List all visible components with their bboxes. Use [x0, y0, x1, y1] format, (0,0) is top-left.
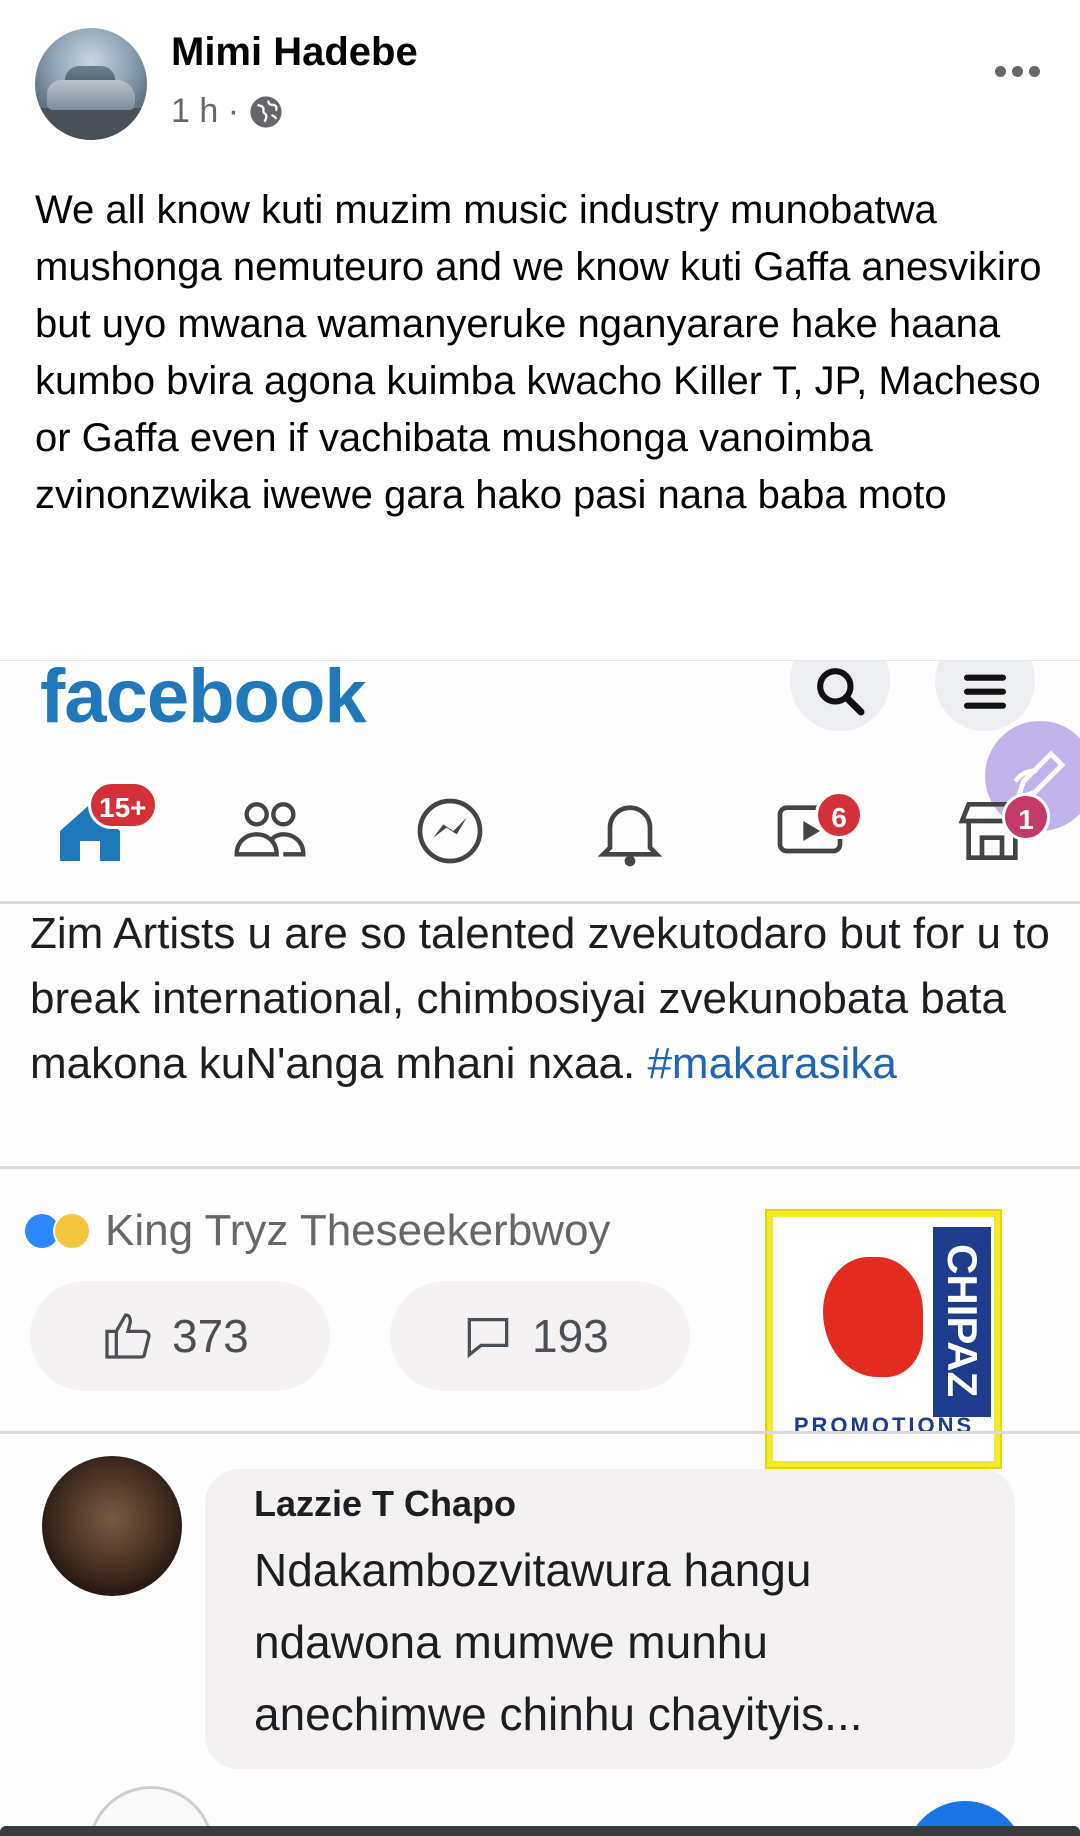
post-divider [0, 1166, 1080, 1169]
comment-icon [467, 1318, 509, 1359]
reactions-summary: King Tryz Theseekerbwoy [25, 1201, 610, 1261]
facebook-nav-bar: 15+ 6 1 [0, 781, 1080, 881]
messenger-icon [417, 798, 483, 864]
like-icon [105, 1313, 151, 1359]
like-count-pill: 373 [30, 1281, 330, 1391]
hashtag-link: #makarasika [647, 1039, 897, 1088]
home-badge: 15+ [88, 781, 158, 829]
like-count: 373 [172, 1310, 249, 1362]
bell-icon [597, 805, 663, 867]
author-name[interactable]: Mimi Hadebe [171, 30, 418, 75]
marketplace-badge: 1 [1002, 793, 1050, 841]
comment-count: 193 [532, 1310, 609, 1362]
promotions-brand: CHIPAZ [939, 1244, 986, 1398]
more-options-icon[interactable] [995, 66, 1040, 77]
post-meta: 1 h · [171, 92, 283, 131]
menu-button [935, 661, 1035, 731]
reactors-names: King Tryz Theseekerbwoy [105, 1206, 611, 1255]
comment-count-pill: 193 [390, 1281, 690, 1391]
post-time[interactable]: 1 h · [171, 92, 239, 131]
menu-icon [964, 674, 1006, 709]
haha-reaction-icon [53, 1212, 91, 1250]
search-icon [817, 668, 865, 716]
globe-icon [250, 95, 282, 128]
watch-badge: 6 [815, 791, 863, 839]
author-avatar[interactable] [35, 28, 147, 140]
comment-author: Lazzie T Chapo [254, 1483, 517, 1524]
facebook-logo: facebook [40, 660, 367, 739]
shared-post-text: Zim Artists u are so talented zvekutodar… [30, 901, 1050, 1096]
search-button [790, 661, 890, 731]
promotions-logo: CHIPAZ PROMOTIONS [765, 1209, 1002, 1469]
promotions-label: PROMOTIONS [793, 1413, 975, 1438]
commenter-avatar [42, 1456, 182, 1596]
post-header: Mimi Hadebe 1 h · [0, 0, 1080, 150]
comment-text: Ndakambozvitawura hangu ndawona mumwe mu… [254, 1544, 863, 1740]
post-text: We all know kuti muzim music industry mu… [35, 188, 1042, 517]
friends-icon [234, 802, 306, 857]
comments-divider [0, 1431, 1080, 1434]
shared-image[interactable]: facebook 15+ 6 1 Zim Artists u are so ta… [0, 660, 1080, 1836]
